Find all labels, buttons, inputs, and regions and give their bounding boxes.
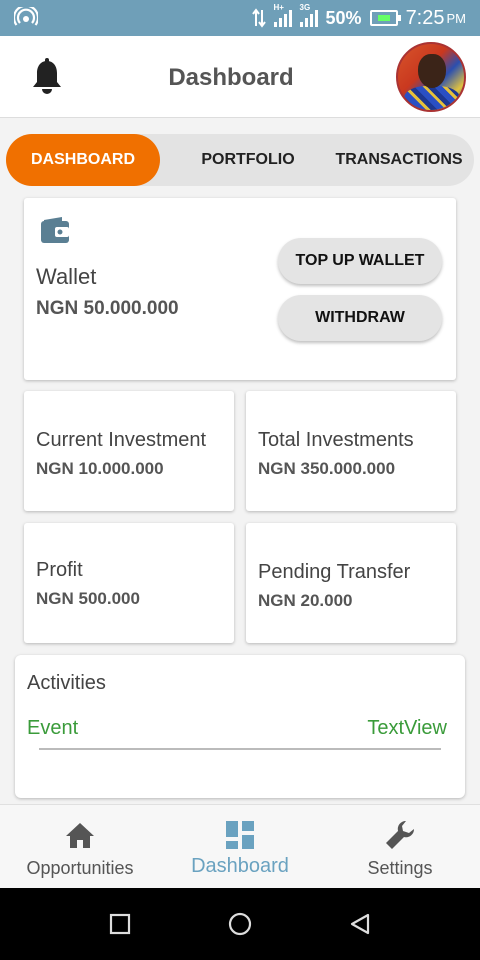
wrench-icon <box>386 820 415 849</box>
top-up-wallet-button[interactable]: TOP UP WALLET <box>278 238 442 284</box>
stat-value: NGN 10.000.000 <box>36 459 164 478</box>
avatar[interactable] <box>396 42 466 112</box>
dashboard-icon <box>226 821 254 849</box>
total-investments-card: Total Investments NGN 350.000.000 <box>246 391 456 511</box>
activities-title: Activities <box>27 672 106 694</box>
wallet-balance: NGN 50.000.000 <box>36 298 179 319</box>
tab-bar: DASHBOARD PORTFOLIO TRANSACTIONS <box>6 134 474 186</box>
activity-event-label: Event <box>27 717 79 739</box>
tab-portfolio[interactable]: PORTFOLIO <box>168 134 328 186</box>
nav-dashboard[interactable]: Dashboard <box>160 805 320 889</box>
network-type: H+ <box>273 3 284 12</box>
wallet-icon <box>41 217 69 243</box>
clock-ampm: PM <box>446 10 467 26</box>
activity-textview: TextView <box>367 717 447 739</box>
activities-card: Activities Event TextView <box>15 655 465 798</box>
system-navigation-bar <box>0 888 480 960</box>
status-bar: H+ 3G 50% 7:25 PM <box>0 0 480 36</box>
app-bar: Dashboard <box>0 36 480 118</box>
stat-value: NGN 20.000 <box>258 591 353 610</box>
stat-label: Pending Transfer <box>258 561 411 583</box>
signal-icon: H+ <box>273 3 292 27</box>
page-title: Dashboard <box>168 64 294 91</box>
stat-label: Profit <box>36 559 83 581</box>
home-button-icon[interactable] <box>228 912 252 936</box>
battery-percent: 50% <box>325 7 362 28</box>
current-investment-card: Current Investment NGN 10.000.000 <box>24 391 234 511</box>
stat-value: NGN 350.000.000 <box>258 459 396 478</box>
stat-label: Total Investments <box>258 429 414 451</box>
signal-icon-2: 3G <box>299 3 318 27</box>
nav-label: Dashboard <box>191 855 289 877</box>
stat-label: Current Investment <box>36 429 207 451</box>
bottom-navigation: Opportunities Dashboard Settings <box>0 804 480 888</box>
divider <box>39 748 441 750</box>
pending-transfer-card: Pending Transfer NGN 20.000 <box>246 523 456 643</box>
hotspot-icon <box>14 7 38 26</box>
recents-icon[interactable] <box>108 912 132 936</box>
stat-value: NGN 500.000 <box>36 589 140 608</box>
nav-opportunities[interactable]: Opportunities <box>0 805 160 889</box>
clock-time: 7:25 <box>405 6 445 29</box>
nav-label: Opportunities <box>26 858 134 878</box>
home-icon <box>66 823 94 848</box>
nav-label: Settings <box>367 858 433 878</box>
back-icon[interactable] <box>348 912 372 936</box>
withdraw-button[interactable]: WITHDRAW <box>278 295 442 341</box>
network-type-2: 3G <box>299 3 311 12</box>
tab-dashboard[interactable]: DASHBOARD <box>6 134 160 186</box>
profit-card: Profit NGN 500.000 <box>24 523 234 643</box>
wallet-title: Wallet <box>36 264 97 289</box>
data-arrows-icon <box>251 8 266 28</box>
battery-icon <box>369 10 401 26</box>
wallet-card: Wallet NGN 50.000.000 TOP UP WALLET WITH… <box>24 198 456 380</box>
tab-transactions[interactable]: TRANSACTIONS <box>324 134 474 186</box>
nav-settings[interactable]: Settings <box>320 805 480 889</box>
